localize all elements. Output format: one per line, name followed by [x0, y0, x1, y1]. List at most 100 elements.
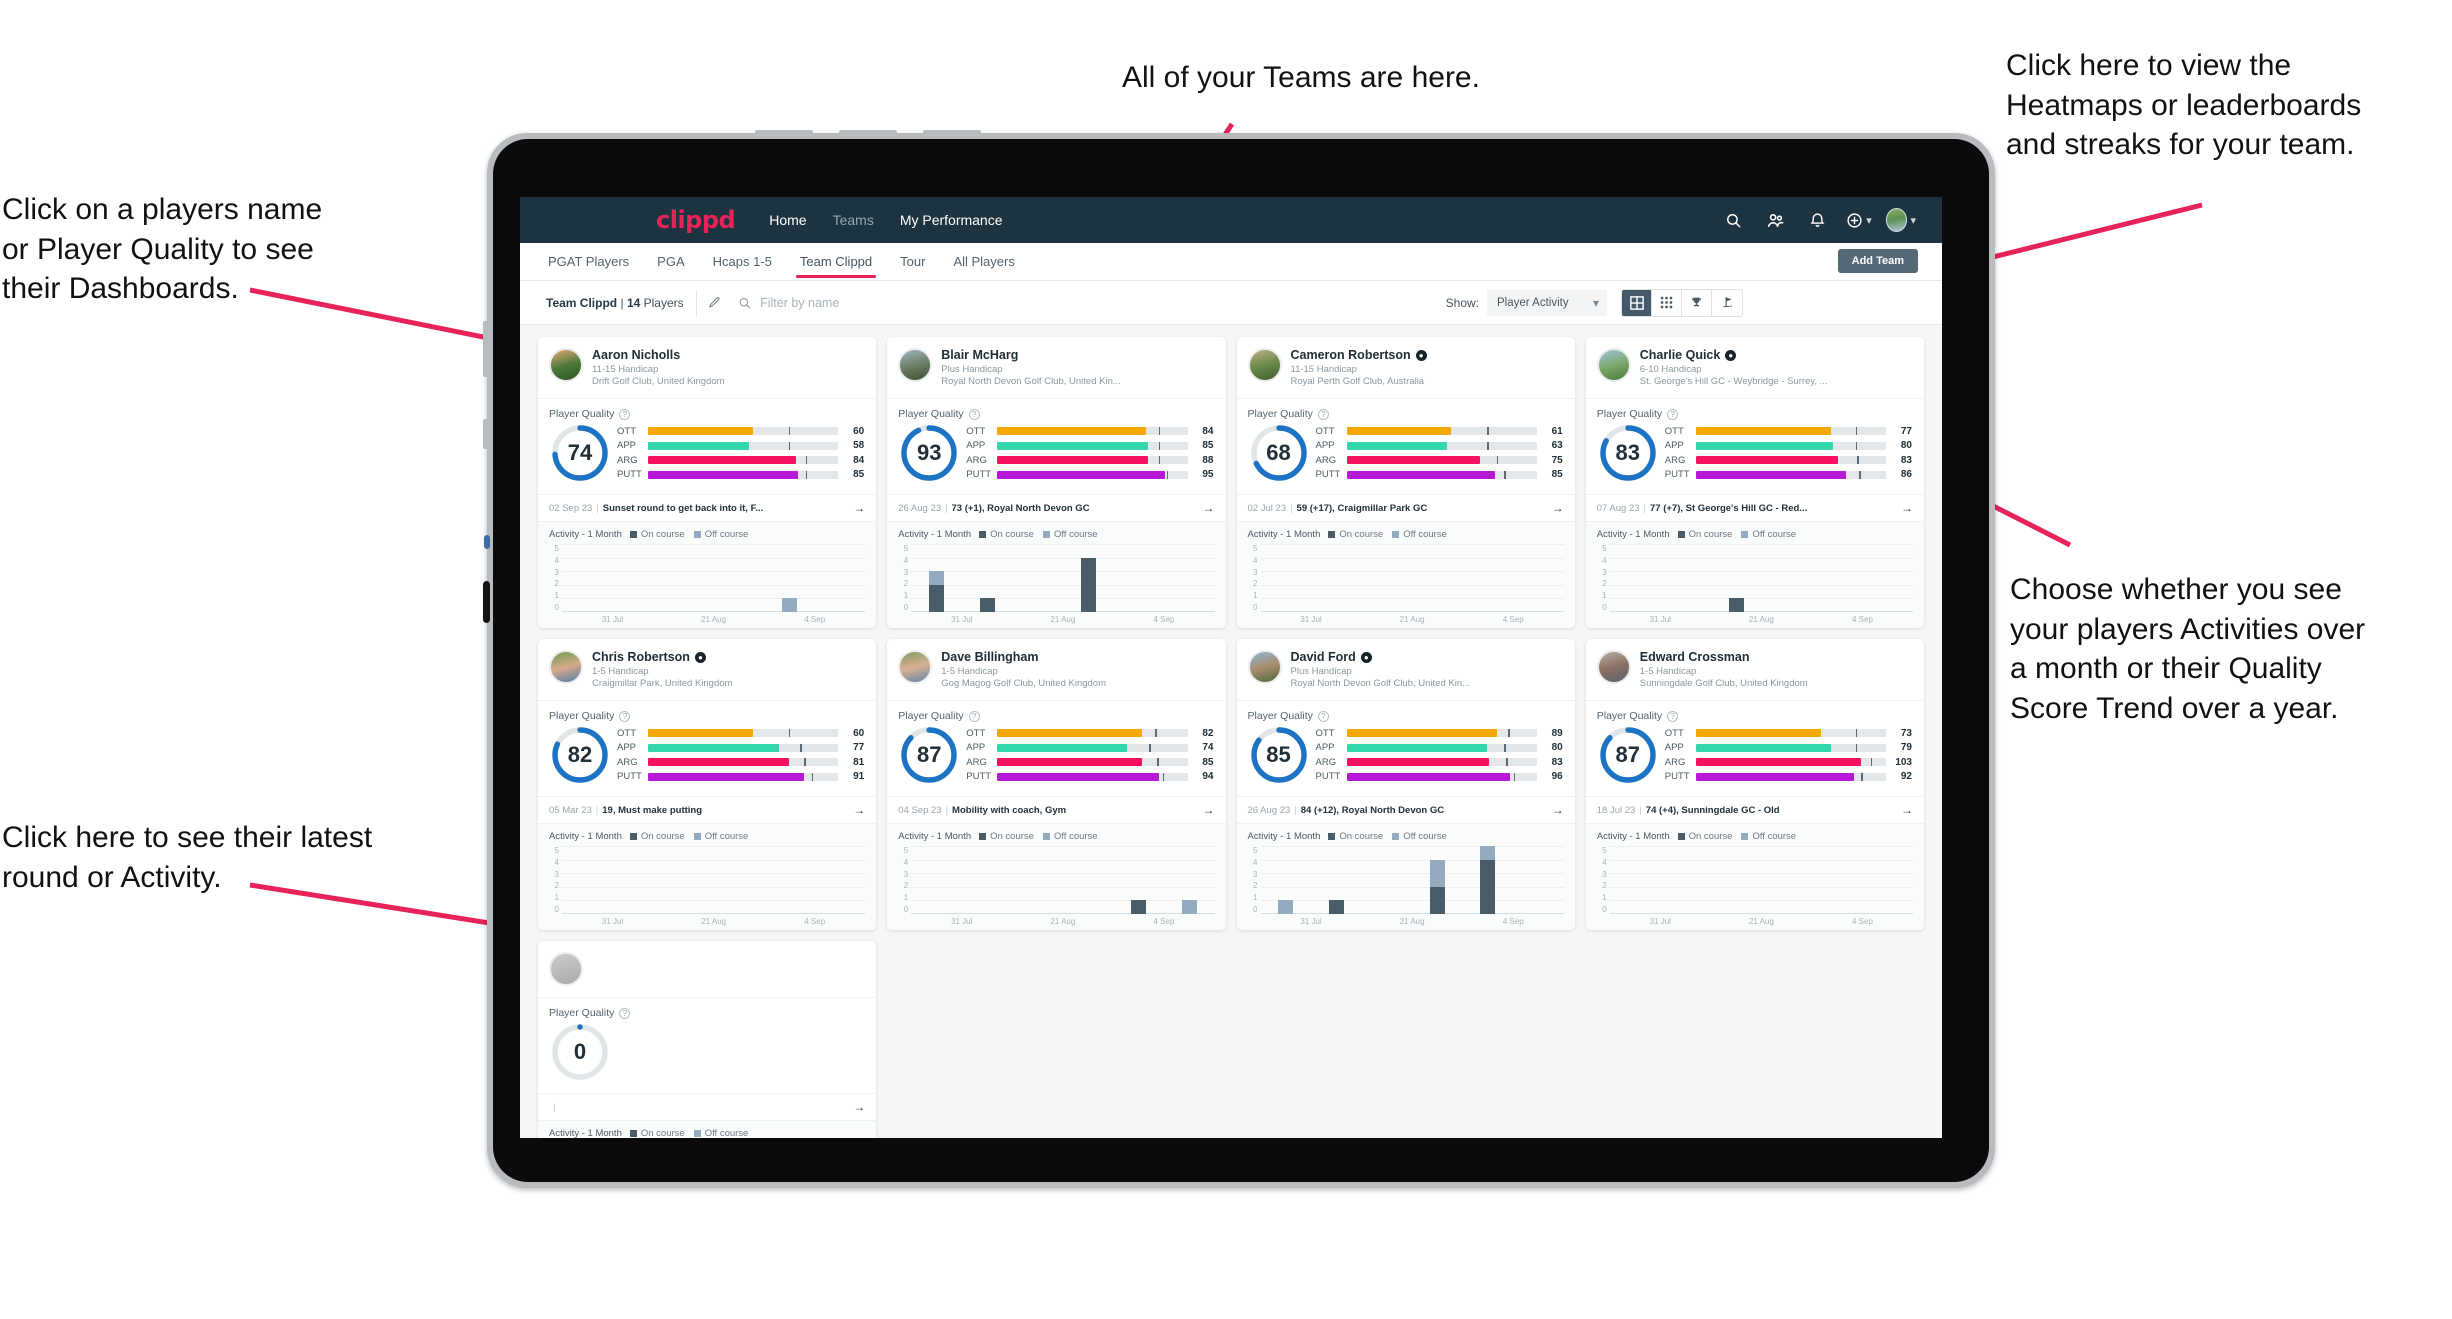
- player-card[interactable]: Dave Billingham 1-5 Handicap Gog Magog G…: [887, 639, 1226, 930]
- player-card[interactable]: Player Quality ? 0 | → Activity - 1 Mont…: [538, 941, 877, 1138]
- arrow-right-icon[interactable]: →: [853, 1100, 865, 1114]
- player-card-header[interactable]: Blair McHarg Plus Handicap Royal North D…: [887, 337, 1225, 398]
- grid-large-view-button[interactable]: [1622, 289, 1653, 316]
- help-icon[interactable]: ?: [1667, 408, 1679, 420]
- latest-round-row[interactable]: 18 Jul 23 | 74 (+4), Sunningdale GC - Ol…: [1585, 796, 1924, 823]
- avatar[interactable]: ▾: [1886, 205, 1916, 235]
- leaderboard-trophy-button[interactable]: [1682, 289, 1713, 316]
- player-card[interactable]: Edward Crossman 1-5 Handicap Sunningdale…: [1585, 639, 1924, 930]
- player-name-row[interactable]: Cameron Robertson ●: [1291, 348, 1563, 362]
- player-name-row[interactable]: Blair McHarg: [941, 348, 1213, 362]
- arrow-right-icon[interactable]: →: [1901, 803, 1913, 817]
- player-name[interactable]: Edward Crossman: [1640, 650, 1750, 664]
- tab-pga[interactable]: PGA: [657, 243, 684, 281]
- player-card[interactable]: Aaron Nicholls 11-15 Handicap Drift Golf…: [538, 337, 877, 628]
- help-icon[interactable]: ?: [1317, 408, 1329, 420]
- help-icon[interactable]: ?: [1317, 710, 1329, 722]
- arrow-right-icon[interactable]: →: [853, 803, 865, 817]
- arrow-right-icon[interactable]: →: [1203, 803, 1215, 817]
- latest-round-row[interactable]: 02 Jul 23 | 59 (+17), Craigmillar Park G…: [1236, 494, 1575, 521]
- player-name-row[interactable]: Edward Crossman: [1640, 650, 1912, 664]
- search-field-wrapper[interactable]: [731, 288, 1432, 317]
- latest-round-row[interactable]: 05 Mar 23 | 19, Must make putting →: [538, 796, 877, 823]
- player-quality-block[interactable]: Player Quality ? 82 OTT 60 APP 77 ARG 81…: [538, 700, 877, 796]
- nav-link-home[interactable]: Home: [769, 212, 806, 228]
- search-input[interactable]: [760, 295, 1432, 310]
- player-card[interactable]: David Ford ● Plus Handicap Royal North D…: [1236, 639, 1575, 930]
- player-name[interactable]: Cameron Robertson: [1291, 348, 1411, 362]
- help-icon[interactable]: ?: [619, 408, 631, 420]
- player-name[interactable]: David Ford: [1291, 650, 1356, 664]
- player-quality-block[interactable]: Player Quality ? 87 OTT 73 APP 79 ARG 10…: [1585, 700, 1924, 796]
- chart-bars: [562, 544, 865, 612]
- player-card[interactable]: Chris Robertson ● 1-5 Handicap Craigmill…: [538, 639, 877, 930]
- player-name[interactable]: Aaron Nicholls: [592, 348, 680, 362]
- player-card-header[interactable]: Cameron Robertson ● 11-15 Handicap Royal…: [1237, 337, 1575, 398]
- player-quality-block[interactable]: Player Quality ? 83 OTT 77 APP 80 ARG 83…: [1585, 398, 1924, 494]
- player-card[interactable]: Cameron Robertson ● 11-15 Handicap Royal…: [1236, 337, 1575, 628]
- player-card-header[interactable]: [538, 941, 876, 997]
- help-icon[interactable]: ?: [619, 1007, 631, 1019]
- latest-round-row[interactable]: 04 Sep 23 | Mobility with coach, Gym →: [887, 796, 1226, 823]
- search-icon[interactable]: [1718, 205, 1748, 235]
- chevron-down-icon-profile[interactable]: ▾: [1910, 214, 1916, 227]
- player-name[interactable]: Dave Billingham: [941, 650, 1038, 664]
- show-dropdown[interactable]: Player Activity ▾: [1487, 289, 1608, 316]
- help-icon[interactable]: ?: [1667, 710, 1679, 722]
- tab-hcaps-1-5[interactable]: Hcaps 1-5: [713, 243, 772, 281]
- player-card-header[interactable]: Aaron Nicholls 11-15 Handicap Drift Golf…: [538, 337, 876, 398]
- pencil-icon[interactable]: [695, 289, 722, 316]
- bell-icon[interactable]: [1802, 205, 1832, 235]
- player-card-header[interactable]: Dave Billingham 1-5 Handicap Gog Magog G…: [887, 639, 1225, 700]
- grid-dense-view-button[interactable]: [1652, 289, 1683, 316]
- player-name[interactable]: Charlie Quick: [1640, 348, 1721, 362]
- tablet-top-button-3: [923, 130, 981, 137]
- arrow-right-icon[interactable]: →: [853, 501, 865, 515]
- player-name[interactable]: Chris Robertson: [592, 650, 690, 664]
- latest-round-row[interactable]: 26 Aug 23 | 73 (+1), Royal North Devon G…: [887, 494, 1226, 521]
- player-name-row[interactable]: David Ford ●: [1291, 650, 1563, 664]
- heatmap-flag-button[interactable]: [1712, 289, 1743, 316]
- arrow-right-icon[interactable]: →: [1552, 501, 1564, 515]
- player-card-header[interactable]: Charlie Quick ● 6-10 Handicap St. George…: [1586, 337, 1924, 398]
- arrow-right-icon[interactable]: →: [1552, 803, 1564, 817]
- player-name[interactable]: Blair McHarg: [941, 348, 1018, 362]
- chevron-down-icon[interactable]: ▾: [1866, 214, 1872, 227]
- latest-round-row[interactable]: | →: [538, 1093, 877, 1120]
- help-icon[interactable]: ?: [968, 710, 980, 722]
- add-circle-icon[interactable]: ▾: [1844, 205, 1874, 235]
- tab-all-players[interactable]: All Players: [953, 243, 1014, 281]
- player-quality-block[interactable]: Player Quality ? 68 OTT 61 APP 63 ARG 75…: [1236, 398, 1575, 494]
- metric-list: OTT 73 APP 79 ARG 103 PUTT 92: [1665, 726, 1912, 784]
- add-team-button[interactable]: Add Team: [1837, 249, 1918, 273]
- player-quality-label: Player Quality: [549, 710, 615, 722]
- player-quality-block[interactable]: Player Quality ? 0: [538, 997, 877, 1093]
- tab-pgat-players[interactable]: PGAT Players: [548, 243, 629, 281]
- clippd-logo[interactable]: clippd: [656, 206, 736, 234]
- player-name-row[interactable]: Dave Billingham: [941, 650, 1213, 664]
- player-card[interactable]: Charlie Quick ● 6-10 Handicap St. George…: [1585, 337, 1924, 628]
- player-quality-block[interactable]: Player Quality ? 74 OTT 60 APP 58 ARG 84…: [538, 398, 877, 494]
- latest-round-row[interactable]: 26 Aug 23 | 84 (+12), Royal North Devon …: [1236, 796, 1575, 823]
- help-icon[interactable]: ?: [968, 408, 980, 420]
- player-card-header[interactable]: David Ford ● Plus Handicap Royal North D…: [1237, 639, 1575, 700]
- player-quality-block[interactable]: Player Quality ? 87 OTT 82 APP 74 ARG 85…: [887, 700, 1226, 796]
- player-quality-block[interactable]: Player Quality ? 93 OTT 84 APP 85 ARG 88…: [887, 398, 1226, 494]
- latest-round-row[interactable]: 07 Aug 23 | 77 (+7), St George's Hill GC…: [1585, 494, 1924, 521]
- tab-tour[interactable]: Tour: [900, 243, 925, 281]
- help-icon[interactable]: ?: [619, 710, 631, 722]
- player-card-header[interactable]: Chris Robertson ● 1-5 Handicap Craigmill…: [538, 639, 876, 700]
- player-name-row[interactable]: Charlie Quick ●: [1640, 348, 1912, 362]
- player-name-row[interactable]: Aaron Nicholls: [592, 348, 864, 362]
- arrow-right-icon[interactable]: →: [1203, 501, 1215, 515]
- player-card[interactable]: Blair McHarg Plus Handicap Royal North D…: [887, 337, 1226, 628]
- latest-round-row[interactable]: 02 Sep 23 | Sunset round to get back int…: [538, 494, 877, 521]
- nav-link-teams[interactable]: Teams: [833, 212, 874, 228]
- people-icon[interactable]: [1760, 205, 1790, 235]
- tab-team-clippd[interactable]: Team Clippd: [795, 243, 877, 281]
- player-name-row[interactable]: Chris Robertson ●: [592, 650, 864, 664]
- nav-link-my-performance[interactable]: My Performance: [900, 212, 1003, 228]
- player-quality-block[interactable]: Player Quality ? 85 OTT 89 APP 80 ARG 83…: [1236, 700, 1575, 796]
- arrow-right-icon[interactable]: →: [1901, 501, 1913, 515]
- player-card-header[interactable]: Edward Crossman 1-5 Handicap Sunningdale…: [1586, 639, 1924, 700]
